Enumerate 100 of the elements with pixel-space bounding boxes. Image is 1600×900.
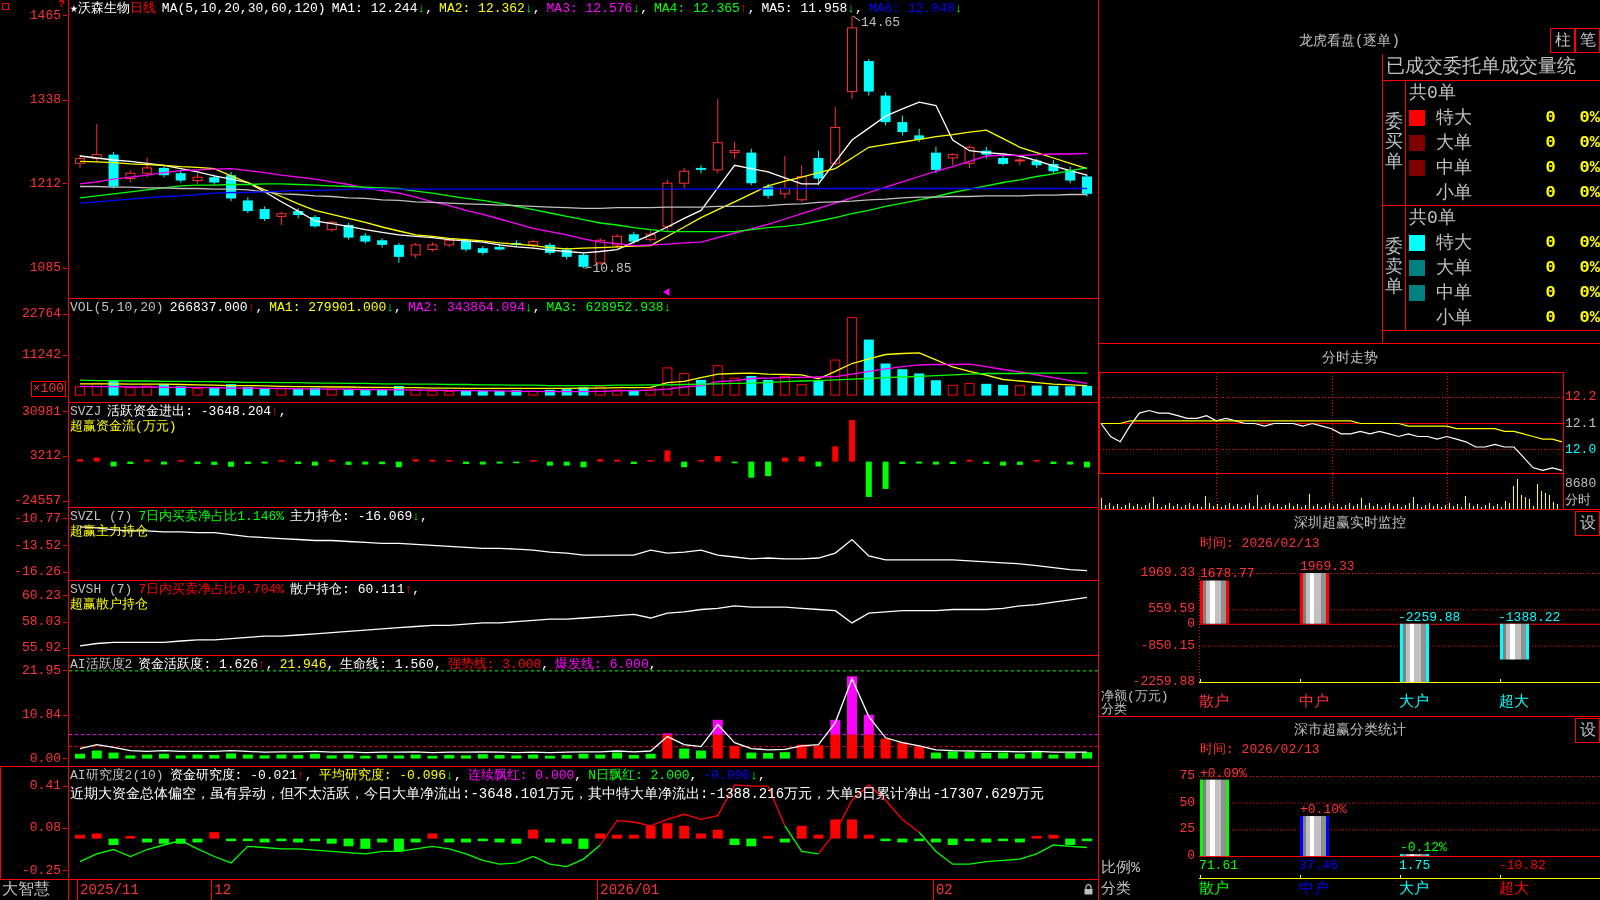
legend-value: -0.096 xyxy=(703,768,751,783)
axis-label: 75 xyxy=(1179,769,1195,783)
axis-label: -2259.88 xyxy=(1132,675,1195,689)
separator: , xyxy=(453,768,462,783)
period-label: 日线 xyxy=(129,1,156,16)
legend-value: N日飘红: 2.000 xyxy=(588,768,690,783)
data-label: -2259.88 xyxy=(1398,609,1461,625)
axis-label: 0 xyxy=(1187,616,1195,631)
separator: , xyxy=(420,509,428,524)
value-label: 37.46 xyxy=(1299,860,1339,872)
value-label: 71.61 xyxy=(1199,860,1239,872)
separator: , xyxy=(855,1,863,16)
axis-label: 0 xyxy=(1187,849,1195,863)
indicator-name: SVZL (7) xyxy=(70,509,133,524)
indicator-name: SVSH (7) xyxy=(70,582,133,597)
legend-value: 散户持仓: 60.111 xyxy=(290,582,405,597)
legend-value: MA2: 12.362 xyxy=(439,1,525,16)
section-title: 深市超赢分类统计 xyxy=(1292,721,1407,740)
axis-label: 12.1 xyxy=(1565,416,1597,431)
date-label: 2026/01 xyxy=(597,880,660,900)
separator: , xyxy=(433,657,442,672)
separator: , xyxy=(758,768,766,783)
legend-value: MA6: 12.048 xyxy=(868,1,955,16)
separator: , xyxy=(255,300,264,315)
change-label: -0.12% xyxy=(1400,840,1447,856)
change-label: +0.10% xyxy=(1300,802,1347,818)
order-count: 0 xyxy=(1545,233,1556,254)
separator: , xyxy=(394,300,402,315)
legend-value: 活跃资金进出: -3648.204 xyxy=(107,404,272,419)
legend-value: 7日内买卖净占比1.146% xyxy=(138,509,285,524)
legend-value: 资金活跃度: 1.626 xyxy=(138,657,258,672)
data-label: 1678.77 xyxy=(1200,566,1255,582)
stock-name: 沃森生物 xyxy=(77,1,130,16)
trend-arrow: ↓ xyxy=(446,768,454,783)
axis-label: 559.59 xyxy=(1148,602,1195,617)
separator: , xyxy=(265,657,274,672)
order-size-label: 中单 xyxy=(1436,282,1472,303)
order-count: 0 xyxy=(1545,108,1556,129)
separator: , xyxy=(640,1,648,16)
legend-value: MA5: 11.958 xyxy=(761,1,848,16)
timestamp-label: 时间: 2026/02/13 xyxy=(1200,742,1320,757)
indicator-subtitle: 超赢散户持仓 xyxy=(70,597,148,612)
order-size-label: 大单 xyxy=(1436,133,1472,153)
order-percent: 0% xyxy=(1579,258,1600,278)
trend-arrow: ↑ xyxy=(271,404,279,419)
timestamp-label: 时间: 2026/02/13 xyxy=(1200,536,1320,551)
separator: , xyxy=(574,768,583,783)
legend-value: 7日内买卖净占比0.704% xyxy=(138,582,285,597)
trend-arrow: ↓ xyxy=(524,1,533,16)
order-percent: 0% xyxy=(1579,182,1600,203)
legend-value: 平均研究度: -0.096 xyxy=(318,768,447,783)
trend-arrow: ↓ xyxy=(954,1,963,16)
price-annotation: 10.85 xyxy=(592,261,632,277)
pane-label: 分时 xyxy=(1565,493,1591,508)
indicator-name: MA(5,10,20,30,60,120) xyxy=(161,1,326,16)
order-count: 0 xyxy=(1545,157,1556,178)
order-size-label: 特大 xyxy=(1436,108,1472,129)
trend-arrow: ↓ xyxy=(632,1,641,16)
value-label: -10.82 xyxy=(1499,860,1547,872)
trend-arrow: ↑ xyxy=(247,300,256,315)
value-label: 1.75 xyxy=(1399,860,1432,872)
separator: , xyxy=(648,657,657,672)
indicator-name: VOL(5,10,20) xyxy=(70,300,164,315)
legend-value: MA3: 12.576 xyxy=(546,1,633,16)
legend-value: 生命线: 1.560 xyxy=(340,657,434,672)
separator: , xyxy=(689,768,698,783)
trend-arrow: ↓ xyxy=(386,300,395,315)
indicator-subtitle: 超赢资金流(万元) xyxy=(70,419,177,434)
star-icon: ★ xyxy=(70,1,78,16)
group-label: 委卖单 xyxy=(1385,238,1403,298)
group-label: 委买单 xyxy=(1385,113,1403,173)
order-size-label: 小单 xyxy=(1436,307,1472,328)
legend-value: 主力持仓: -16.069 xyxy=(290,509,413,524)
section-title: 分时走势 xyxy=(1320,349,1379,368)
order-count: 0 xyxy=(1545,258,1556,278)
order-percent: 0% xyxy=(1579,133,1600,153)
order-total: 共0单 xyxy=(1408,208,1456,229)
legend-value: 爆发线: 6.000 xyxy=(555,657,649,672)
date-label: 12 xyxy=(211,880,232,900)
indicator-name: SVZJ xyxy=(70,404,102,419)
indicator-name: AI研究度2(10) xyxy=(70,768,164,783)
trend-arrow: ↓ xyxy=(663,300,672,315)
legend-value: MA2: 343864.094 xyxy=(407,300,525,315)
separator: , xyxy=(304,768,313,783)
panel-title: 龙虎看盘(逐单) xyxy=(1298,33,1401,49)
trend-arrow: ↑ xyxy=(739,1,748,16)
axis-title: 净额(万元) xyxy=(1101,690,1169,703)
trend-arrow: ↓ xyxy=(417,1,426,16)
date-label: 2025/11 xyxy=(77,880,139,900)
order-size-label: 小单 xyxy=(1436,182,1472,203)
axis-title: 分类 xyxy=(1101,881,1131,898)
order-size-label: 中单 xyxy=(1436,157,1472,178)
legend-value: MA1: 12.244 xyxy=(331,1,418,16)
legend-value: 强势线: 3.000 xyxy=(447,657,542,672)
separator: , xyxy=(747,1,756,16)
order-total: 共0单 xyxy=(1408,83,1456,104)
trend-arrow: ↓ xyxy=(750,768,758,783)
separator: , xyxy=(425,1,434,16)
axis-label: 50 xyxy=(1179,795,1195,810)
brand-label: 大智慧 xyxy=(0,880,69,900)
